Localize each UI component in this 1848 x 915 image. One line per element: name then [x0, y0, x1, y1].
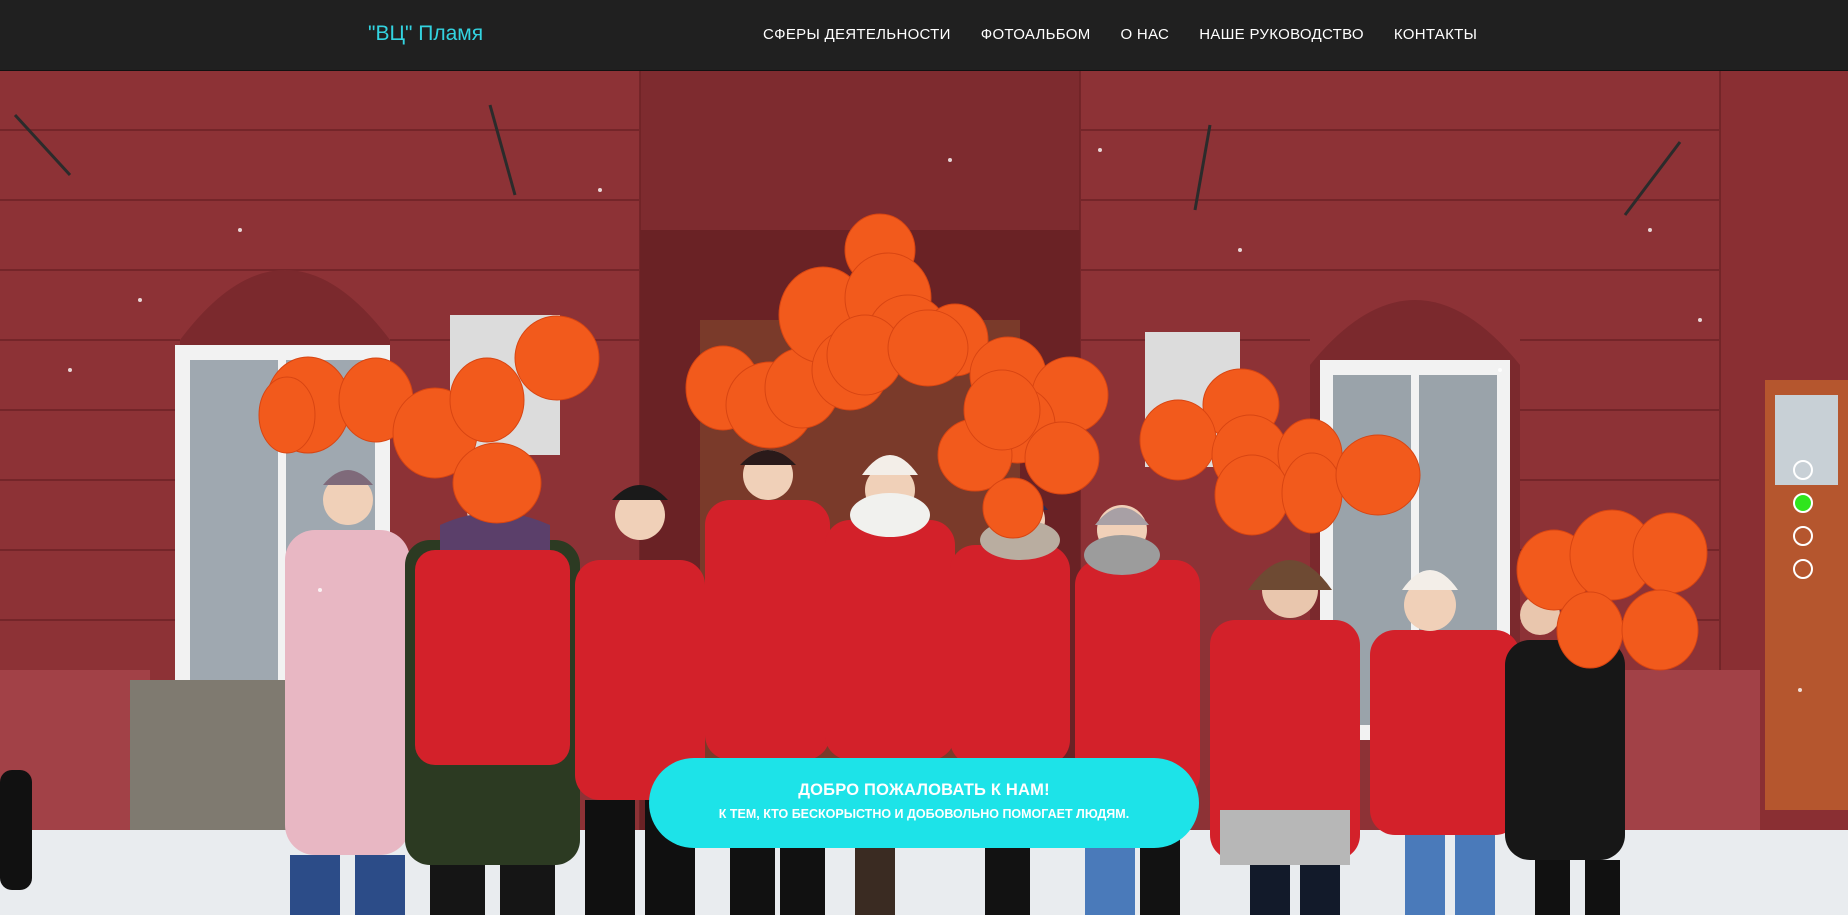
- welcome-caption: ДОБРО ПОЖАЛОВАТЬ К НАМ! К ТЕМ, КТО БЕСКО…: [649, 758, 1199, 848]
- menu-link-about[interactable]: О НАС: [1121, 26, 1170, 43]
- hero-slider: ДОБРО ПОЖАЛОВАТЬ К НАМ! К ТЕМ, КТО БЕСКО…: [0, 70, 1848, 915]
- top-navbar: "ВЦ" Пламя СФЕРЫ ДЕЯТЕЛЬНОСТИ ФОТОАЛЬБОМ…: [0, 0, 1848, 71]
- slider-dot-1[interactable]: [1793, 460, 1813, 480]
- menu-item-about: О НАС: [1121, 26, 1200, 43]
- slider-dot-2-active[interactable]: [1793, 493, 1813, 513]
- menu-item-contacts: КОНТАКТЫ: [1394, 26, 1507, 43]
- slider-dot-3[interactable]: [1793, 526, 1813, 546]
- menu-link-album[interactable]: ФОТОАЛЬБОМ: [981, 26, 1091, 43]
- menu-link-spheres[interactable]: СФЕРЫ ДЕЯТЕЛЬНОСТИ: [763, 26, 951, 43]
- menu-link-contacts[interactable]: КОНТАКТЫ: [1394, 26, 1477, 43]
- site-brand-link[interactable]: "ВЦ" Пламя: [368, 22, 483, 46]
- menu-item-leadership: НАШЕ РУКОВОДСТВО: [1199, 26, 1394, 43]
- slider-pagination: [1793, 460, 1819, 592]
- menu-item-spheres: СФЕРЫ ДЕЯТЕЛЬНОСТИ: [763, 26, 981, 43]
- menu-link-leadership[interactable]: НАШЕ РУКОВОДСТВО: [1199, 26, 1364, 43]
- welcome-subtitle: К ТЕМ, КТО БЕСКОРЫСТНО И ДОБОВОЛЬНО ПОМО…: [718, 807, 1130, 821]
- welcome-title: ДОБРО ПОЖАЛОВАТЬ К НАМ!: [798, 781, 1050, 799]
- main-menu: СФЕРЫ ДЕЯТЕЛЬНОСТИ ФОТОАЛЬБОМ О НАС НАШЕ…: [763, 26, 1507, 43]
- slider-dot-4[interactable]: [1793, 559, 1813, 579]
- menu-item-album: ФОТОАЛЬБОМ: [981, 26, 1121, 43]
